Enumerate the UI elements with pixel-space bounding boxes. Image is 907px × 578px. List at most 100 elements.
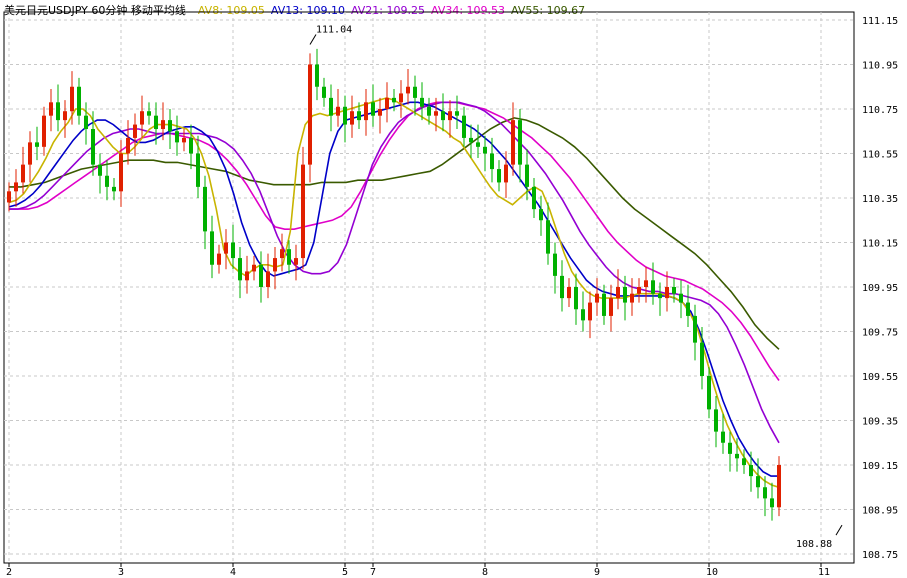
x-tick-label: 8	[482, 567, 488, 578]
candle-body	[707, 376, 711, 410]
y-tick-label: 110.15	[862, 239, 898, 250]
chart-canvas: 111.15 110.95 110.75 110.55 110.35 110.15 109.…	[3, 11, 898, 578]
candle-body	[203, 186, 207, 232]
candle-body	[546, 220, 550, 254]
candle-body	[329, 97, 333, 116]
candle-body	[21, 164, 25, 183]
moving-average-lines	[8, 97, 780, 489]
candle-body	[714, 409, 718, 432]
candle-body	[581, 309, 585, 321]
candle-body	[560, 275, 564, 299]
candle-body	[462, 115, 466, 138]
y-tick-label: 111.15	[862, 16, 898, 27]
candle-body	[7, 191, 11, 203]
x-tick-label: 7	[370, 567, 376, 578]
y-tick-label: 109.35	[862, 417, 898, 428]
candle-body	[497, 169, 501, 183]
y-tick-label: 109.15	[862, 461, 898, 472]
candle-body	[777, 465, 781, 508]
candle-body	[567, 287, 571, 299]
candle-body	[119, 153, 123, 192]
candle-body	[126, 137, 130, 154]
candle-body	[175, 131, 179, 143]
candle-body	[637, 287, 641, 294]
candle-body	[28, 142, 32, 165]
candle-body	[525, 164, 529, 187]
candle-body	[14, 182, 18, 192]
x-axis: 2 3 4 5 7 8 9 10 11	[6, 563, 830, 578]
candle-body	[672, 287, 676, 294]
candle-body	[217, 253, 221, 265]
candle-body	[434, 111, 438, 116]
candle-body	[553, 253, 557, 276]
ma-line-av34	[9, 101, 780, 381]
candle-body	[77, 86, 81, 116]
candle-body	[399, 93, 403, 103]
candle-body	[574, 287, 578, 310]
candle-body	[364, 102, 368, 121]
annotation-low: 108.88	[796, 539, 832, 550]
candle-body	[147, 111, 151, 116]
candle-body	[532, 186, 536, 210]
candle-body	[595, 293, 599, 303]
candle-body	[483, 146, 487, 154]
candle-body	[182, 137, 186, 143]
x-tick-label: 4	[230, 567, 236, 578]
candle-body	[133, 124, 137, 138]
candle-body	[196, 153, 200, 187]
x-tick-label: 10	[706, 567, 718, 578]
candle-body	[49, 102, 53, 116]
candle-body	[231, 242, 235, 259]
candle-body	[378, 109, 382, 116]
candle-body	[266, 271, 270, 287]
candle-body	[476, 142, 480, 147]
y-tick-label: 110.95	[862, 61, 898, 72]
candle-body	[455, 111, 459, 116]
candle-body	[259, 264, 263, 287]
x-tick-label: 9	[594, 567, 600, 578]
candle-body	[322, 86, 326, 98]
candlesticks	[7, 48, 781, 521]
candle-body	[756, 476, 760, 488]
candle-body	[63, 111, 67, 121]
y-tick-label: 108.95	[862, 506, 898, 517]
candle-body	[273, 258, 277, 272]
candle-body	[238, 258, 242, 281]
x-tick-label: 3	[118, 567, 124, 578]
candle-body	[357, 111, 361, 121]
candle-body	[189, 137, 193, 154]
candle-body	[161, 120, 165, 130]
candle-body	[252, 264, 256, 272]
y-tick-label: 110.75	[862, 105, 898, 116]
candle-body	[644, 280, 648, 287]
candle-body	[350, 111, 354, 125]
candle-body	[448, 111, 452, 121]
candle-body	[35, 142, 39, 147]
candle-body	[609, 298, 613, 316]
annotation-leader	[309, 34, 317, 45]
annotation-high: 111.04	[316, 24, 352, 35]
y-tick-label: 109.75	[862, 328, 898, 339]
candle-body	[770, 498, 774, 508]
y-tick-label: 110.55	[862, 150, 898, 161]
candle-body	[385, 97, 389, 109]
candle-body	[91, 129, 95, 165]
candle-body	[721, 431, 725, 443]
candle-body	[616, 287, 620, 299]
candle-body	[504, 164, 508, 183]
candle-body	[427, 106, 431, 116]
y-axis: 111.15 110.95 110.75 110.55 110.35 110.15 109.…	[862, 16, 898, 561]
candle-body	[315, 64, 319, 87]
candle-body	[665, 287, 669, 299]
y-tick-label: 108.75	[862, 550, 898, 561]
candle-body	[84, 115, 88, 130]
x-tick-label: 11	[818, 567, 830, 578]
candle-body	[287, 249, 291, 265]
candle-body	[749, 465, 753, 477]
candle-body	[539, 209, 543, 221]
annotation-leader	[835, 524, 843, 536]
x-tick-label: 2	[6, 567, 12, 578]
candle-body	[105, 175, 109, 187]
candle-body	[686, 302, 690, 316]
candle-body	[280, 249, 284, 259]
